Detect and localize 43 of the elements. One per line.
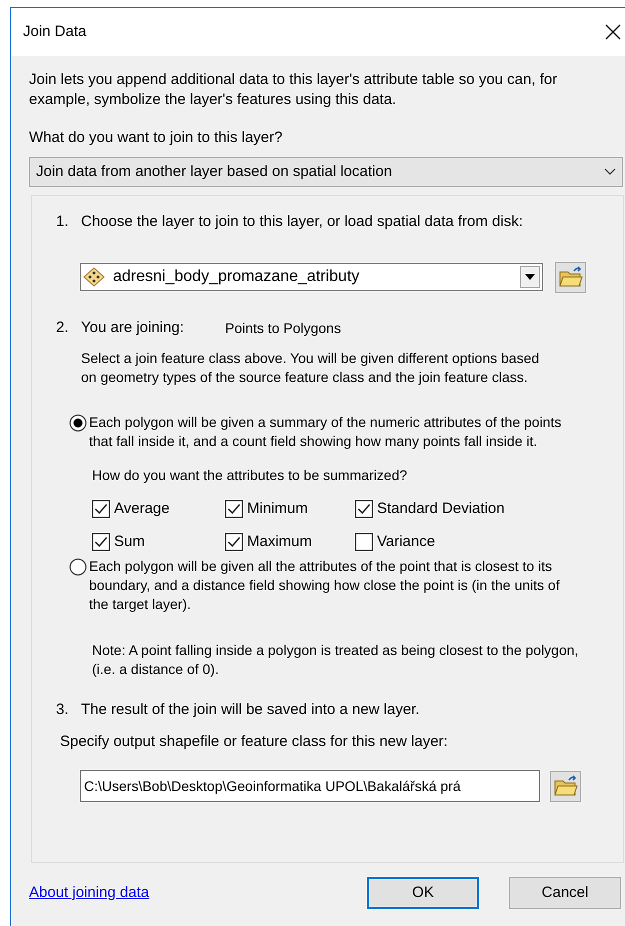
output-path-field[interactable]: C:\Users\Bob\Desktop\Geoinformatika UPOL\Bakalářská prá: [80, 770, 540, 802]
summary-question: How do you want the attributes to be summarized?: [92, 466, 408, 485]
step-label: Choose the layer to join to this layer, or load spatial data from disk:: [81, 212, 523, 232]
checkbox-label: Sum: [114, 532, 145, 552]
checkbox-label: Variance: [377, 532, 436, 552]
checkbox[interactable]: [92, 532, 110, 551]
question-label: What do you want to join to this layer?: [29, 128, 284, 148]
folder-icon: [558, 266, 582, 288]
checkbox[interactable]: [225, 500, 243, 518]
checkbox[interactable]: [355, 500, 373, 518]
output-prompt: Specify output shapefile or feature class for this new layer:: [60, 732, 449, 752]
browse-button[interactable]: [550, 770, 581, 802]
browse-button[interactable]: [555, 262, 586, 292]
step-label: You are joining:: [81, 318, 185, 338]
join-kind-text: Points to Polygons: [225, 319, 341, 338]
description-text: Select a join feature class above. You will be given different options based on geometry types of the source feature class and the join feature class.: [81, 349, 540, 387]
intro-text: Join lets you append additional data to this layer's attribute table so you can, for example, symbolize the layer's features using this data.: [29, 70, 558, 110]
checkbox[interactable]: [225, 532, 243, 551]
window-title: Join Data: [23, 22, 86, 42]
close-icon[interactable]: [605, 24, 621, 40]
join-type-dropdown[interactable]: Join data from another layer based on spatial location: [29, 157, 623, 187]
step-number: 2.: [56, 318, 70, 338]
note-text: Note: A point falling inside a polygon is treated as being closest to the polygon, (i.e. a distance of 0).: [92, 641, 580, 679]
checkbox[interactable]: [92, 500, 110, 518]
option-text: Each polygon will be given a summary of the numeric attributes of the points that fall inside it, and a count field showing how many points fall inside it.: [89, 413, 562, 451]
radio-button[interactable]: [69, 414, 87, 432]
point-layer-icon: [83, 267, 105, 287]
step-number: 1.: [56, 212, 70, 232]
layer-combo[interactable]: adresni_body_promazane_atributy: [80, 263, 543, 291]
checkbox-label: Minimum: [247, 499, 308, 519]
option-text: Each polygon will be given all the attributes of the point that is closest to its boundary, and a distance field showing how close the point is (in the units of the target layer).: [89, 557, 561, 614]
cancel-button[interactable]: Cancel: [509, 877, 621, 909]
folder-icon: [554, 775, 578, 797]
ok-button[interactable]: OK: [367, 877, 479, 909]
radio-button[interactable]: [69, 558, 87, 576]
checkbox-label: Standard Deviation: [377, 499, 505, 519]
step-label: The result of the join will be saved into a new layer.: [81, 700, 420, 720]
checkbox-label: Maximum: [247, 532, 312, 552]
checkbox[interactable]: [355, 532, 373, 551]
help-link[interactable]: About joining data: [29, 882, 367, 904]
step-number: 3.: [56, 700, 70, 720]
chevron-down-icon: [604, 168, 616, 176]
checkbox-label: Average: [114, 499, 170, 519]
